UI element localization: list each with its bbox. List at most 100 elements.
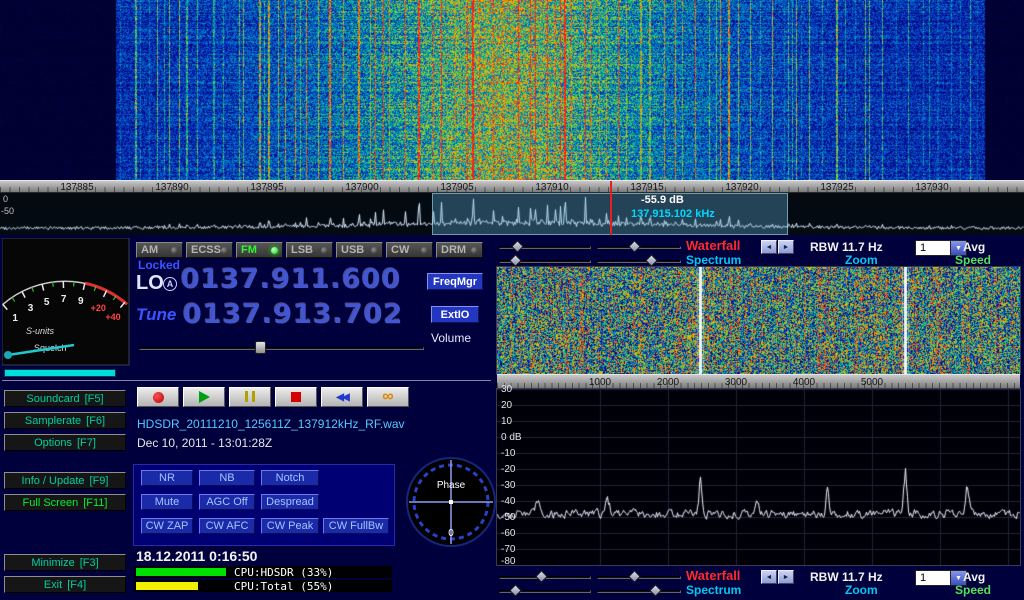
- cw-afc-button[interactable]: CW AFC: [199, 518, 255, 534]
- cpu-total-bar: [136, 582, 198, 590]
- zoom-frequency-ruler[interactable]: 1000 2000 3000 4000 5000: [497, 374, 1020, 389]
- mode-ecss-button[interactable]: ECSS: [186, 242, 233, 258]
- tune-frequency-display[interactable]: 0137.913.702: [183, 299, 403, 330]
- mode-cw-button[interactable]: CW: [386, 242, 433, 258]
- info-update-key: [F9]: [90, 475, 109, 487]
- soundcard-label: Soundcard: [26, 393, 79, 405]
- contrast-slider2-thumb[interactable]: [509, 254, 522, 267]
- samplerate-button[interactable]: Samplerate[F6]: [4, 412, 126, 429]
- recording-filename: HDSDR_20111210_125611Z_137912kHz_RF.wav: [137, 417, 405, 431]
- cw-zap-button[interactable]: CW ZAP: [141, 518, 193, 534]
- exit-button[interactable]: Exit[F4]: [4, 576, 126, 593]
- brightness-slider2-thumb-bottom[interactable]: [649, 584, 662, 597]
- volume-slider-track[interactable]: [139, 347, 424, 350]
- zoom-freq-tick-label: 2000: [648, 376, 688, 389]
- db-scale-label: -70: [501, 544, 515, 555]
- smeter-scale-9: 9: [78, 296, 84, 307]
- volume-slider-thumb[interactable]: [255, 341, 266, 354]
- db-scale-label: 20: [501, 400, 512, 411]
- brightness-slider2-track[interactable]: [597, 260, 681, 263]
- brightness-slider2-track-bottom[interactable]: [597, 590, 681, 593]
- shift-right-button-bottom[interactable]: ►: [778, 570, 794, 584]
- nr-button[interactable]: NR: [141, 470, 193, 486]
- mini-db-label: -50: [1, 206, 14, 216]
- brightness-slider2-thumb[interactable]: [645, 254, 658, 267]
- shift-left-button-bottom[interactable]: ◄: [761, 570, 777, 584]
- info-update-button[interactable]: Info / Update[F9]: [4, 472, 126, 489]
- brightness-slider-thumb-bottom[interactable]: [628, 570, 641, 583]
- phase-label: Phase: [437, 480, 466, 491]
- db-scale-label: -10: [501, 448, 515, 459]
- samplerate-key: [F6]: [86, 415, 105, 427]
- agc-off-label: AGC Off: [206, 496, 247, 508]
- mode-lsb-button[interactable]: LSB: [286, 242, 333, 258]
- options-button[interactable]: Options[F7]: [4, 434, 126, 451]
- stop-button[interactable]: [275, 387, 317, 407]
- cw-fullbw-button[interactable]: CW FullBw: [323, 518, 389, 534]
- mute-label: Mute: [155, 496, 179, 508]
- contrast-slider-thumb[interactable]: [511, 240, 524, 253]
- zoom-freq-tick-label: 1000: [580, 376, 620, 389]
- extio-label: ExtIO: [441, 309, 470, 321]
- contrast-slider2-thumb-bottom[interactable]: [509, 584, 522, 597]
- rbw-label-top: RBW 11.7 Hz: [810, 240, 883, 254]
- pause-button[interactable]: [229, 387, 271, 407]
- fullscreen-key: [F11]: [83, 497, 107, 509]
- contrast-slider-thumb-bottom[interactable]: [535, 570, 548, 583]
- fullscreen-label: Full Screen: [23, 497, 79, 509]
- drm-led-icon: [471, 247, 478, 254]
- cw-afc-label: CW AFC: [206, 520, 249, 532]
- stop-icon: [291, 392, 301, 402]
- speed-label-top: Speed: [955, 253, 991, 267]
- mode-fm-button[interactable]: FM: [236, 242, 283, 258]
- rewind-button[interactable]: ◀◀: [321, 387, 363, 407]
- smeter-scale-1: 1: [12, 313, 18, 324]
- shift-left-button-top[interactable]: ◄: [761, 240, 777, 254]
- loop-button[interactable]: ∞: [367, 387, 409, 407]
- s-meter: 1 3 5 7 9 +20 +40 S-units Squelch: [2, 238, 130, 366]
- smeter-scale-plus40: +40: [105, 312, 120, 322]
- pause-icon: [243, 390, 257, 405]
- spectrum-label-bottom: Spectrum: [686, 583, 741, 597]
- cw-zap-label: CW ZAP: [146, 520, 189, 532]
- minimize-button[interactable]: Minimize[F3]: [4, 554, 126, 571]
- main-waterfall-display[interactable]: [0, 0, 1024, 180]
- cw-peak-button[interactable]: CW Peak: [261, 518, 319, 534]
- cw-peak-label: CW Peak: [267, 520, 313, 532]
- mode-am-button[interactable]: AM: [136, 242, 183, 258]
- freqmgr-button[interactable]: FreqMgr: [427, 273, 483, 290]
- smeter-scale-7: 7: [61, 294, 67, 305]
- lo-lock-badge[interactable]: A: [163, 277, 177, 291]
- main-frequency-ruler[interactable]: 137885 137890 137895 137900 137905 13791…: [0, 180, 1024, 193]
- squelch-level-bar[interactable]: [4, 369, 116, 377]
- options-key: [F7]: [77, 437, 96, 449]
- cpu-total-text: CPU:Total (55%): [234, 580, 333, 593]
- notch-button[interactable]: Notch: [261, 470, 319, 486]
- mode-selector: AM ECSS FM LSB USB CW DRM: [136, 242, 483, 258]
- lo-label: LO: [136, 272, 164, 295]
- cw-led-icon: [421, 247, 428, 254]
- zoom-freq-tick-label: 4000: [784, 376, 824, 389]
- despread-button[interactable]: Despread: [261, 494, 319, 510]
- play-button[interactable]: [183, 387, 225, 407]
- shift-right-button-top[interactable]: ►: [778, 240, 794, 254]
- play-icon: [199, 391, 210, 403]
- fullscreen-button[interactable]: Full Screen [F11]: [4, 494, 126, 511]
- lo-frequency-display[interactable]: 0137.911.600: [181, 264, 401, 295]
- mode-usb-button[interactable]: USB: [336, 242, 383, 258]
- zoom-spectrum-display[interactable]: [497, 389, 1020, 565]
- nb-button[interactable]: NB: [199, 470, 255, 486]
- db-scale-label: -30: [501, 480, 515, 491]
- mode-drm-button[interactable]: DRM: [436, 242, 483, 258]
- fm-led-icon: [271, 247, 278, 254]
- mode-ecss-label: ECSS: [191, 244, 221, 256]
- cursor-db-readout: -55.9 dB: [641, 194, 684, 206]
- soundcard-button[interactable]: Soundcard[F5]: [4, 390, 126, 407]
- mute-button[interactable]: Mute: [141, 494, 193, 510]
- cw-fullbw-label: CW FullBw: [329, 520, 383, 532]
- agc-off-button[interactable]: AGC Off: [199, 494, 255, 510]
- record-button[interactable]: [137, 387, 179, 407]
- extio-button[interactable]: ExtIO: [431, 306, 479, 323]
- brightness-slider-thumb[interactable]: [628, 240, 641, 253]
- zoom-waterfall-display[interactable]: [497, 267, 1020, 374]
